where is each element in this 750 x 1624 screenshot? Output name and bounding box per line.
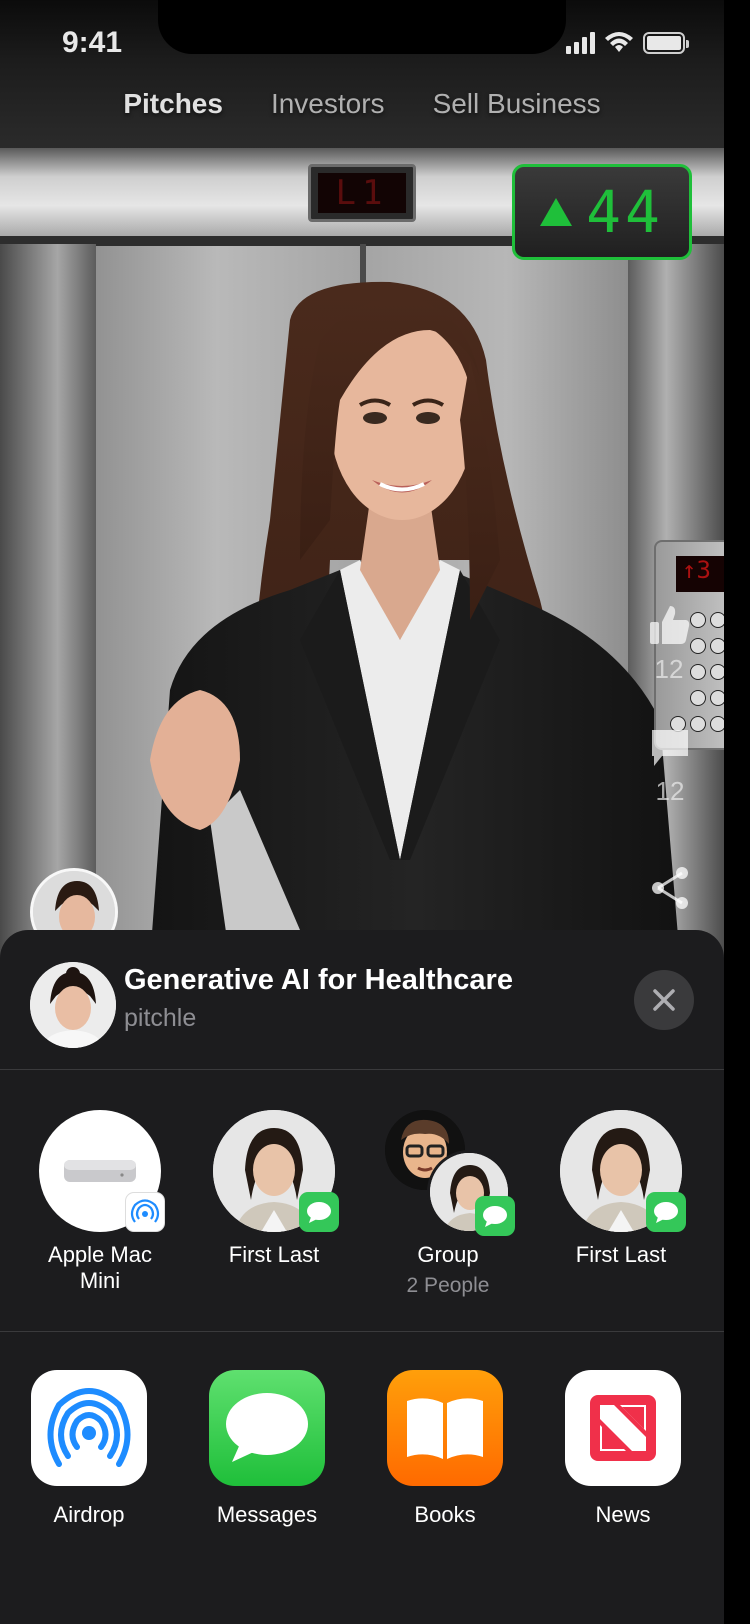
avatar xyxy=(30,962,116,1048)
keypad-button xyxy=(690,690,706,706)
keypad-button xyxy=(690,638,706,654)
share-target-contact[interactable]: First Last xyxy=(541,1110,701,1268)
keypad-button xyxy=(690,716,706,732)
share-people-row: Apple Mac Mini First Last Group 2 People… xyxy=(0,1070,724,1332)
messages-app-icon xyxy=(209,1370,325,1486)
battery-icon xyxy=(643,32,689,54)
share-icon xyxy=(652,867,688,909)
wifi-icon xyxy=(605,32,633,52)
like-count: 12 xyxy=(654,654,684,684)
share-app-messages[interactable]: Messages xyxy=(192,1370,342,1528)
keypad-button xyxy=(710,612,724,628)
elevator-floor-display: L1 xyxy=(308,164,416,222)
mac-mini-icon xyxy=(64,1160,136,1182)
elevator-frame-left xyxy=(0,244,96,960)
status-icons xyxy=(566,32,689,54)
comment-count: 12 xyxy=(655,776,685,806)
messages-icon xyxy=(307,1202,331,1223)
share-item-title: Generative AI for Healthcare xyxy=(124,964,513,996)
share-item-subtitle: pitchle xyxy=(124,1004,197,1032)
keypad-button xyxy=(710,664,724,680)
comment-icon xyxy=(652,730,688,766)
share-app-label: Books xyxy=(414,1502,476,1527)
tab-pitches[interactable]: Pitches xyxy=(123,88,223,132)
keypad-button xyxy=(710,716,724,732)
messages-badge xyxy=(299,1192,339,1232)
contact-avatar xyxy=(560,1110,686,1232)
share-button[interactable] xyxy=(650,866,690,910)
status-time: 9:41 xyxy=(62,26,123,59)
share-target-label: Apple Mac Mini xyxy=(48,1242,152,1293)
device-notch xyxy=(158,0,566,54)
share-target-label: Group xyxy=(417,1242,479,1267)
tab-sell-business[interactable]: Sell Business xyxy=(433,88,601,132)
share-app-news[interactable]: News xyxy=(548,1370,698,1528)
contact-avatar xyxy=(213,1110,339,1232)
messages-icon xyxy=(226,1393,308,1462)
cellular-signal-icon xyxy=(566,32,595,54)
pitch-video[interactable]: L1 44 ↑3 xyxy=(0,0,724,960)
close-button[interactable] xyxy=(634,970,694,1030)
share-app-label: News xyxy=(595,1502,651,1527)
floor-counter: 44 xyxy=(512,164,692,260)
keypad-button xyxy=(690,612,706,628)
share-app-label: Airdrop xyxy=(53,1502,125,1527)
messages-badge xyxy=(646,1192,686,1232)
news-app-icon xyxy=(565,1370,681,1486)
close-icon xyxy=(653,989,675,1011)
messages-icon xyxy=(483,1206,507,1227)
share-target-contact[interactable]: First Last xyxy=(194,1110,354,1268)
news-icon xyxy=(590,1395,656,1461)
airdrop-icon xyxy=(47,1388,131,1467)
top-tabs: Pitches Investors Sell Business xyxy=(0,88,724,132)
share-apps-row: Airdrop Messages Books News xyxy=(0,1332,724,1624)
share-target-mac-mini[interactable]: Apple Mac Mini xyxy=(20,1110,180,1294)
share-target-label: First Last xyxy=(575,1242,667,1267)
device-avatar xyxy=(39,1110,165,1232)
messages-badge xyxy=(475,1196,515,1236)
keypad-button xyxy=(710,638,724,654)
floor-counter-value: 44 xyxy=(586,178,664,246)
comment-button[interactable]: 12 xyxy=(648,726,692,807)
messages-icon xyxy=(654,1202,678,1223)
keypad-button xyxy=(710,690,724,706)
books-app-icon xyxy=(387,1370,503,1486)
keypad-display: ↑3 xyxy=(676,556,724,592)
thumbs-up-icon xyxy=(650,606,690,644)
airdrop-app-icon xyxy=(31,1370,147,1486)
share-sheet: Generative AI for Healthcare pitchle App… xyxy=(0,930,724,1624)
share-target-sublabel: 2 People xyxy=(406,1274,490,1297)
share-app-books[interactable]: Books xyxy=(370,1370,520,1528)
books-icon xyxy=(407,1398,483,1459)
floor-display-text: L1 xyxy=(318,173,406,213)
share-sheet-header: Generative AI for Healthcare pitchle xyxy=(0,930,724,1070)
share-target-group[interactable]: Group 2 People xyxy=(368,1110,528,1298)
share-app-label: Messages xyxy=(216,1502,318,1527)
share-target-label: First Last xyxy=(228,1242,320,1267)
share-item-avatar xyxy=(30,962,116,1048)
elevator-door-seam xyxy=(360,244,366,960)
keypad-button xyxy=(690,664,706,680)
share-app-airdrop[interactable]: Airdrop xyxy=(14,1370,164,1528)
tab-investors[interactable]: Investors xyxy=(271,88,385,132)
up-arrow-icon xyxy=(540,198,573,226)
group-avatar xyxy=(385,1110,515,1236)
like-button[interactable]: 12 xyxy=(646,602,692,685)
airdrop-badge xyxy=(125,1192,165,1232)
airdrop-icon xyxy=(130,1199,160,1223)
status-bar: 9:41 xyxy=(0,0,724,88)
